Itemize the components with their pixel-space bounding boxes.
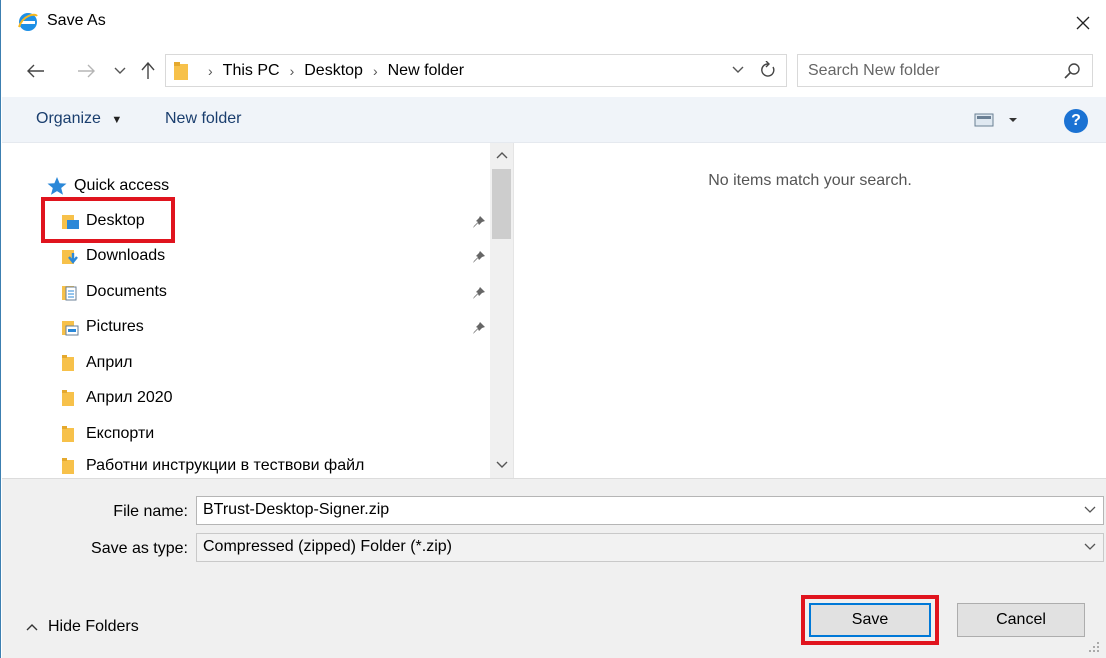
documents-folder-icon: [62, 286, 77, 301]
view-options-icon: [974, 113, 1017, 127]
nav-item-label: Експорти: [86, 425, 155, 442]
pin-icon: [473, 216, 485, 228]
organize-label: Organize: [36, 110, 101, 127]
pictures-folder-icon: [62, 321, 79, 336]
title-bar: Save As: [1, 0, 1106, 46]
pin-icon: [473, 251, 485, 263]
nav-item-label: Documents: [86, 283, 167, 300]
help-button[interactable]: ?: [1064, 109, 1088, 133]
breadcrumb-desktop[interactable]: Desktop: [304, 62, 363, 80]
internet-explorer-icon: [18, 13, 38, 31]
empty-results-message: No items match your search.: [708, 172, 912, 189]
search-icon[interactable]: [1062, 61, 1082, 81]
downloads-folder-icon: [62, 250, 78, 264]
save-as-dialog: Save As › This PC › Desktop › New folder…: [0, 0, 1106, 658]
nav-item-label: Работни инструкции в тествови файл: [86, 457, 365, 474]
nav-item-documents[interactable]: Documents: [60, 277, 167, 307]
folder-icon: [62, 355, 74, 371]
resize-grip-icon[interactable]: [1087, 640, 1101, 654]
nav-item-april[interactable]: Април: [60, 348, 133, 378]
new-folder-button[interactable]: New folder: [165, 110, 241, 128]
nav-item-downloads[interactable]: Downloads: [60, 241, 165, 271]
arrow-up-icon: [141, 62, 155, 79]
help-icon: ?: [1071, 112, 1081, 129]
nav-item-label: Април: [86, 354, 133, 371]
breadcrumb-this-pc[interactable]: This PC: [223, 62, 280, 80]
close-button[interactable]: [1065, 6, 1101, 40]
navigation-pane: Quick access Desktop Downloads Documents…: [2, 143, 513, 478]
save-highlight-box: [801, 595, 939, 645]
change-view-button[interactable]: [974, 111, 1024, 129]
breadcrumb-separator: ›: [208, 62, 213, 79]
nav-scrollbar[interactable]: [490, 143, 513, 478]
nav-item-april-2020[interactable]: Април 2020: [60, 383, 173, 413]
folder-icon: [62, 426, 74, 442]
recent-locations-button[interactable]: [111, 58, 129, 84]
nav-item-label: Pictures: [86, 318, 144, 335]
file-name-field[interactable]: BTrust-Desktop-Signer.zip: [196, 496, 1104, 525]
refresh-button[interactable]: [755, 58, 781, 82]
pin-icon: [473, 287, 485, 299]
pin-icon: [473, 322, 485, 334]
close-icon: [1076, 16, 1090, 30]
chevron-down-icon[interactable]: [1083, 505, 1097, 515]
quick-access-label: Quick access: [74, 177, 170, 194]
save-options-panel: File name: BTrust-Desktop-Signer.zip Sav…: [2, 478, 1106, 658]
desktop-highlight-box: [41, 197, 175, 243]
chevron-up-icon: [496, 152, 507, 159]
search-input[interactable]: [808, 60, 1048, 82]
nav-item-work-instructions[interactable]: Работни инструкции в тествови файл: [60, 454, 364, 478]
breadcrumb-separator: ›: [289, 62, 295, 79]
search-box[interactable]: [797, 54, 1093, 87]
chevron-up-icon: [26, 624, 38, 631]
file-name-label: File name:: [113, 503, 188, 520]
nav-item-label: Downloads: [86, 247, 166, 264]
refresh-icon: [761, 61, 775, 77]
forward-button[interactable]: [73, 58, 99, 84]
save-type-value: Compressed (zipped) Folder (*.zip): [203, 538, 452, 555]
hide-folders-label: Hide Folders: [48, 618, 139, 635]
folder-icon: [62, 458, 74, 474]
breadcrumb-separator: ›: [372, 62, 378, 79]
nav-item-exports[interactable]: Експорти: [60, 419, 154, 449]
file-name-value: BTrust-Desktop-Signer.zip: [203, 501, 390, 518]
caret-down-icon: ▼: [111, 114, 123, 126]
nav-item-pictures[interactable]: Pictures: [60, 312, 144, 342]
save-type-select[interactable]: Compressed (zipped) Folder (*.zip): [196, 533, 1104, 562]
folder-icon: [62, 390, 74, 406]
address-dropdown-button[interactable]: [728, 59, 748, 81]
nav-item-label: Април 2020: [86, 389, 173, 406]
chevron-down-icon: [732, 66, 744, 73]
chevron-down-icon: [496, 461, 507, 468]
save-type-label: Save as type:: [91, 540, 188, 557]
address-bar[interactable]: › This PC › Desktop › New folder: [165, 54, 787, 87]
breadcrumb: › This PC › Desktop › New folder: [174, 55, 464, 86]
command-toolbar: Organize ▼ New folder ?: [2, 97, 1106, 143]
pane-divider: [513, 143, 514, 478]
arrow-left-icon: [27, 64, 44, 78]
window-title: Save As: [47, 12, 106, 29]
chevron-down-icon: [1084, 543, 1096, 550]
folder-icon: [174, 61, 188, 80]
cancel-button[interactable]: Cancel: [957, 603, 1085, 637]
scroll-down-button[interactable]: [490, 455, 513, 475]
organize-button[interactable]: Organize ▼: [36, 110, 122, 128]
arrow-right-icon: [78, 64, 95, 78]
scroll-thumb[interactable]: [492, 169, 511, 239]
scroll-up-button[interactable]: [490, 145, 513, 165]
chevron-down-icon: [114, 67, 126, 74]
up-button[interactable]: [137, 58, 159, 84]
back-button[interactable]: [23, 58, 49, 84]
star-icon: [47, 177, 67, 195]
hide-folders-button[interactable]: Hide Folders: [26, 618, 139, 636]
breadcrumb-new-folder[interactable]: New folder: [388, 62, 464, 80]
